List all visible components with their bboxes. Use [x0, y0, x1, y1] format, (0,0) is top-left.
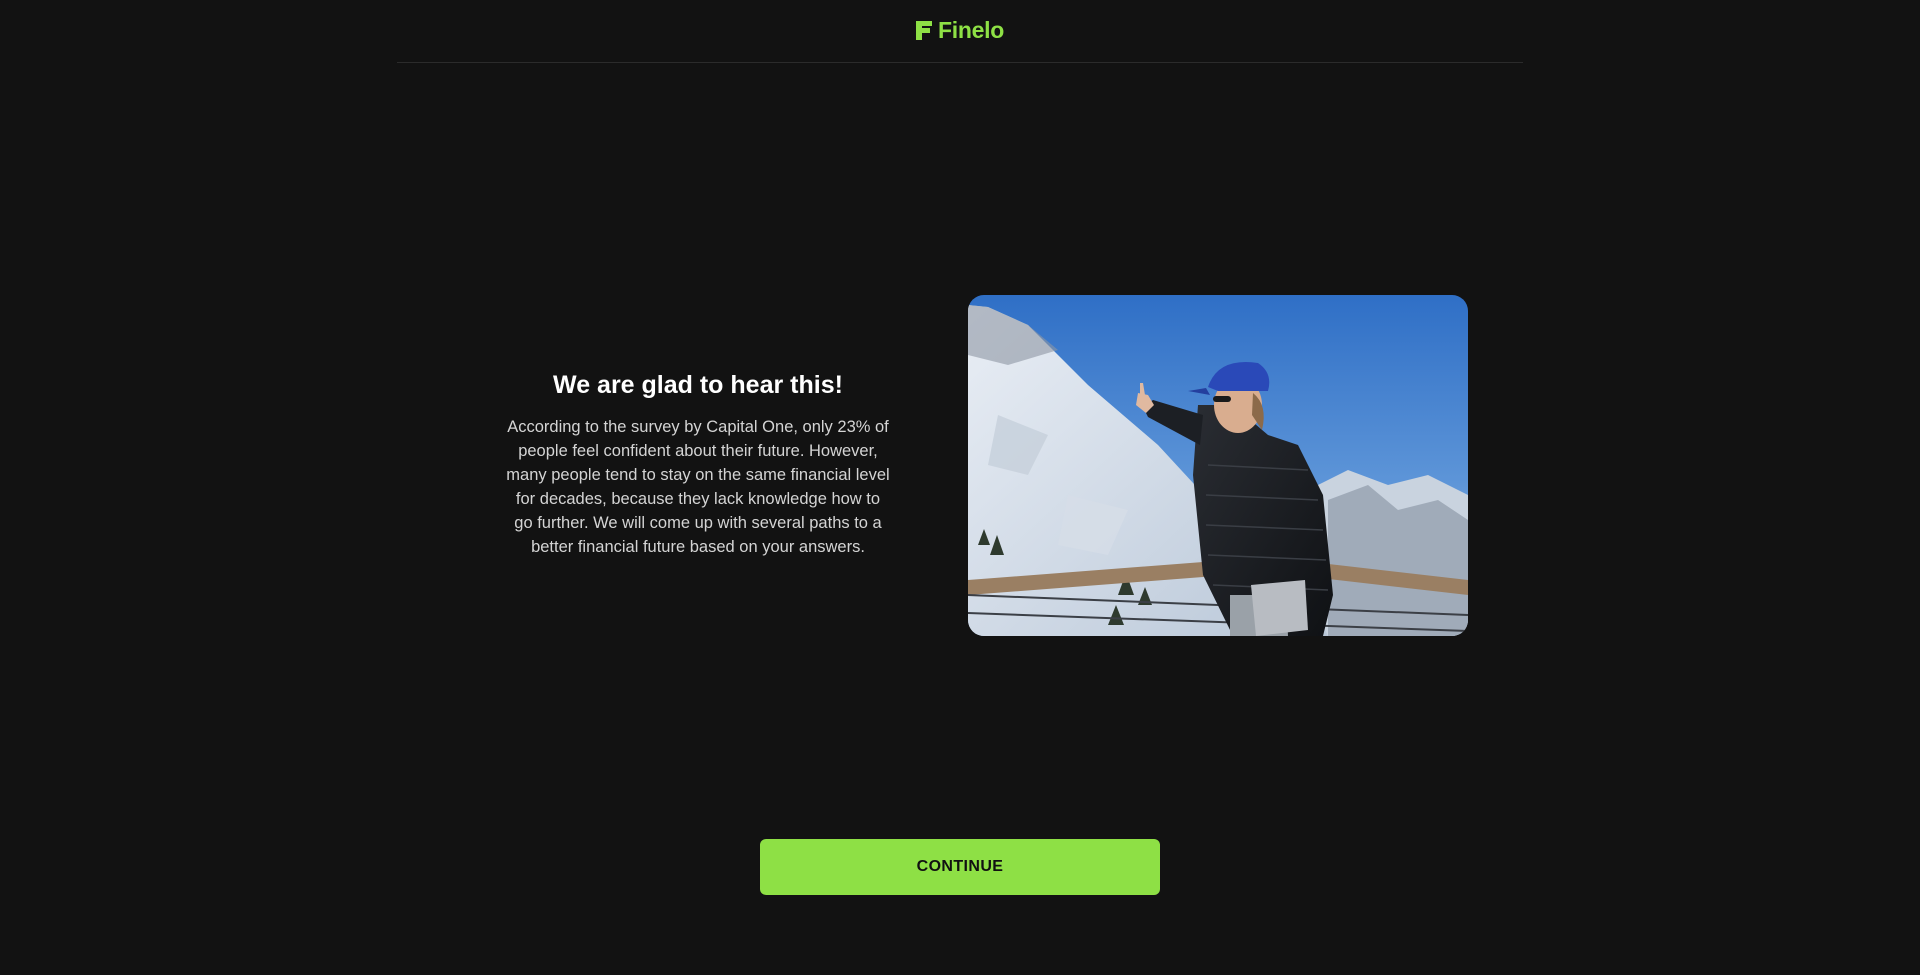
headline: We are glad to hear this!: [553, 371, 843, 399]
mountain-scene-image: [968, 295, 1468, 636]
finelo-logo[interactable]: Finelo: [916, 17, 1004, 44]
brand-name: Finelo: [938, 17, 1004, 43]
hero-photo: [968, 295, 1468, 636]
message-block: We are glad to hear this! According to t…: [500, 367, 896, 559]
top-header: Finelo: [397, 0, 1523, 63]
finelo-f-icon: [916, 21, 933, 40]
body-text: According to the survey by Capital One, …: [506, 418, 890, 556]
continue-button[interactable]: CONTINUE: [760, 839, 1160, 895]
